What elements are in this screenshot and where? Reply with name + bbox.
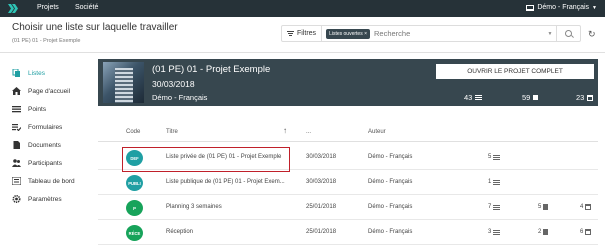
- sidebar-item-participants[interactable]: Participants: [12, 159, 62, 167]
- sidebar-item-label: Listes: [28, 69, 45, 77]
- list-icon: [493, 229, 501, 235]
- home-icon: [12, 87, 21, 95]
- sidebar-item-formulaires[interactable]: Formulaires: [12, 123, 62, 131]
- list-icon: [493, 179, 501, 185]
- points-count: 5: [488, 154, 501, 160]
- sidebar-item-label: Tableau de bord: [28, 177, 75, 185]
- points-count: 3: [488, 229, 501, 235]
- people-icon: [12, 159, 21, 167]
- chevron-down-icon: ▼: [592, 4, 597, 11]
- list-title[interactable]: Réception: [166, 229, 193, 235]
- col-titre[interactable]: Titre: [166, 129, 178, 135]
- list-title[interactable]: Planning 3 semaines: [166, 204, 222, 210]
- app-logo-icon[interactable]: [8, 4, 18, 13]
- sidebar-item-label: Documents: [28, 141, 61, 149]
- project-banner: (01 PE) 01 - Projet Exemple 30/03/2018 D…: [98, 59, 598, 106]
- gear-icon: [12, 195, 21, 203]
- sidebar-item-documents[interactable]: Documents: [12, 141, 61, 149]
- search-input[interactable]: [374, 29, 544, 38]
- points-count: 7: [488, 204, 501, 210]
- table-row[interactable]: PUBLI Liste publique de (01 PE) 01 - Pro…: [98, 171, 598, 195]
- list-date: 25/01/2018: [306, 204, 337, 210]
- documents-count: 2: [538, 229, 549, 235]
- sidebar-item-listes[interactable]: Listes: [12, 69, 45, 77]
- calendar-icon: [585, 229, 592, 235]
- list-author: Démo - Français: [368, 154, 413, 160]
- sidebar-item-label: Formulaires: [28, 123, 63, 131]
- project-name: (01 PE) 01 - Projet Exemple: [152, 64, 271, 75]
- calendar-icon: [587, 94, 594, 101]
- user-name: Démo - Français: [537, 4, 590, 11]
- sidebar-item-page-accueil[interactable]: Page d'accueil: [12, 87, 70, 95]
- checklist-icon: [12, 123, 21, 131]
- table-row[interactable]: P Planning 3 semaines 25/01/2018 Démo - …: [98, 196, 598, 220]
- sort-arrow-up-icon[interactable]: ↑: [283, 126, 287, 135]
- list-code-badge: PUBLI: [126, 175, 143, 191]
- sidebar-item-tableau-de-bord[interactable]: Tableau de bord: [12, 177, 75, 185]
- list-icon: [12, 105, 21, 113]
- document-icon: [543, 204, 549, 210]
- filter-search-bar: Filtres Listes ouvertes × ▼: [281, 25, 581, 42]
- selection-highlight: [122, 147, 290, 172]
- sidebar-item-label: Page d'accueil: [28, 87, 71, 95]
- list-title[interactable]: Liste publique de (01 PE) 01 - Projet Ex…: [166, 179, 285, 185]
- sidebar-item-label: Points: [28, 105, 47, 113]
- sidebar-item-label: Participants: [28, 159, 62, 167]
- calendar-icon: [585, 204, 592, 210]
- search-icon: [565, 30, 572, 37]
- col-code[interactable]: Code: [126, 129, 140, 135]
- document-icon: [543, 229, 549, 235]
- table-row[interactable]: RÉCE Réception 25/01/2018 Démo - Françai…: [98, 221, 598, 245]
- list-icon: [493, 204, 501, 210]
- filter-icon: [287, 31, 294, 36]
- sidebar-item-parametres[interactable]: Paramètres: [12, 195, 62, 203]
- points-count: 43: [464, 93, 483, 102]
- user-menu[interactable]: Démo - Français ▼: [526, 4, 597, 11]
- top-navbar: Projets Société Démo - Français ▼: [0, 0, 605, 17]
- document-icon: [533, 95, 539, 100]
- calendar-count: 6: [580, 229, 592, 235]
- dashboard-icon: [12, 177, 21, 185]
- layers-icon: [12, 69, 21, 77]
- list-code-badge: P: [126, 200, 143, 216]
- page-header: Choisir une liste sur laquelle travaille…: [0, 17, 605, 53]
- col-auteur[interactable]: Auteur: [368, 129, 386, 135]
- table-header: Code Titre ↑ ... Auteur: [98, 120, 598, 142]
- search-button[interactable]: [556, 26, 580, 41]
- page-title: Choisir une liste sur laquelle travaille…: [12, 22, 178, 33]
- document-icon: [12, 141, 21, 149]
- col-date[interactable]: ...: [306, 129, 311, 135]
- sidebar: Listes Page d'accueil Points Formulaires…: [0, 53, 96, 247]
- chevron-down-icon[interactable]: ▼: [544, 31, 556, 37]
- calendar-count: 4: [580, 204, 592, 210]
- sidebar-item-points[interactable]: Points: [12, 105, 46, 113]
- list-icon: [475, 95, 483, 100]
- list-author: Démo - Français: [368, 204, 413, 210]
- project-user: Démo - Français: [152, 93, 208, 102]
- nav-societe[interactable]: Société: [75, 4, 98, 11]
- filters-label: Filtres: [297, 30, 317, 37]
- filters-button[interactable]: Filtres: [282, 26, 323, 41]
- points-count: 1: [488, 179, 501, 185]
- project-date: 30/03/2018: [152, 79, 195, 89]
- list-author: Démo - Français: [368, 229, 413, 235]
- calendar-count: 23: [576, 93, 594, 102]
- open-project-button[interactable]: OUVRIR LE PROJET COMPLET: [436, 64, 594, 79]
- nav-projets[interactable]: Projets: [37, 4, 59, 11]
- list-code-badge: RÉCE: [126, 225, 143, 241]
- active-filter-chip[interactable]: Listes ouvertes ×: [326, 28, 370, 39]
- list-date: 25/01/2018: [306, 229, 337, 235]
- refresh-icon[interactable]: ↻: [588, 29, 596, 40]
- project-thumbnail: [103, 62, 144, 103]
- monitor-icon: [526, 4, 535, 11]
- list-date: 30/03/2018: [306, 154, 337, 160]
- list-icon: [493, 154, 501, 160]
- list-date: 30/03/2018: [306, 179, 337, 185]
- documents-count: 59: [522, 93, 539, 102]
- list-author: Démo - Français: [368, 179, 413, 185]
- breadcrumb: (01 PE) 01 - Projet Exemple: [12, 38, 81, 44]
- documents-count: 5: [538, 204, 549, 210]
- sidebar-item-label: Paramètres: [28, 195, 62, 203]
